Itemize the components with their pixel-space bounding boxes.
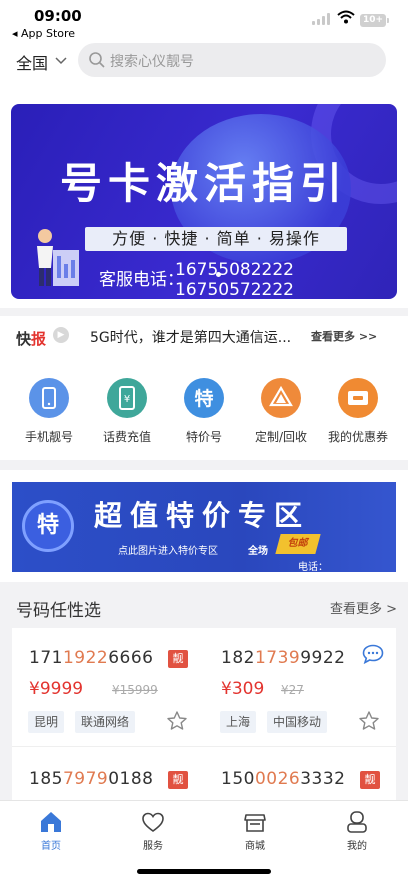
favorite-star-icon[interactable]: [358, 710, 380, 732]
phone-number: 18217399922: [221, 648, 346, 668]
play-arrow-icon: ▶: [53, 327, 69, 343]
premium-tag: 靓: [360, 771, 380, 789]
tab-label: 服务: [143, 841, 163, 852]
section-more-link[interactable]: 查看更多 >: [330, 598, 397, 617]
customer-service-phone-1: 16755082222: [175, 260, 294, 280]
recycle-icon: [261, 378, 301, 418]
promo-phone: 电话：17760756666: [298, 562, 328, 572]
store-icon: [244, 814, 266, 832]
customer-service-phone-2: 16750572222: [175, 280, 294, 299]
category-label: 我的优惠券: [327, 430, 388, 444]
banner-subtitle: 方便 · 快捷 · 简单 · 易操作: [85, 227, 347, 251]
number-card[interactable]: 18217399922 ¥309 ¥27 上海 中国移动: [204, 628, 396, 746]
carrier-tag: 中国移动: [267, 711, 328, 733]
search-placeholder: 搜索心仪靓号: [110, 54, 194, 70]
tab-home[interactable]: 首页: [21, 809, 81, 852]
promo-title: 超值特价专区: [94, 499, 311, 532]
tab-label: 我的: [347, 841, 367, 852]
premium-tag: 靓: [168, 771, 188, 789]
coupon-icon: [338, 378, 378, 418]
app-screen: 09:00 ◂ App Store 10+ 全国 搜索心仪靓号 号卡激活指引 方…: [0, 0, 408, 883]
banner-title: 号卡激活指引: [59, 159, 348, 208]
phone-number: 18579790188: [29, 769, 154, 789]
search-header: 全国 搜索心仪靓号: [0, 42, 408, 92]
wifi-icon: [337, 10, 355, 24]
category-label: 手机靓号: [24, 430, 73, 444]
number-card[interactable]: 15000263332 靓: [204, 746, 396, 800]
tab-mall[interactable]: 商城: [225, 809, 285, 852]
person-illustration-icon: [37, 229, 79, 286]
free-shipping-badge: 包邮: [275, 534, 321, 554]
number-section-header: 号码任性选 查看更多 >: [0, 582, 408, 628]
city-tag: 上海: [220, 711, 257, 733]
svg-text:¥: ¥: [124, 394, 130, 405]
category-special[interactable]: 特 特价号: [164, 378, 244, 445]
status-time: 09:00: [34, 7, 82, 25]
phone-number: 15000263332: [221, 769, 346, 789]
user-icon: [347, 811, 367, 833]
carrier-tag: 联通网络: [75, 711, 136, 733]
customer-service-label: 客服电话：: [99, 270, 184, 290]
category-recharge[interactable]: ¥ 话费充值: [87, 378, 167, 445]
original-price: ¥15999: [112, 683, 158, 697]
category-label: 定制/回收: [254, 430, 308, 444]
chat-bubble-icon[interactable]: [362, 644, 384, 664]
carousel-indicator: [216, 272, 221, 277]
news-headline[interactable]: 5G时代，谁才是第四大通信运...: [90, 327, 291, 347]
tab-label: 商城: [245, 841, 265, 852]
category-custom-recycle[interactable]: 定制/回收: [241, 378, 321, 445]
news-brand: 快报: [16, 330, 47, 348]
home-indicator: [137, 869, 271, 874]
premium-tag: 靓: [168, 650, 188, 668]
original-price: ¥27: [281, 683, 304, 697]
news-more-link[interactable]: 查看更多 >>: [311, 328, 377, 344]
category-label: 话费充值: [102, 430, 151, 444]
category-grid: 手机靓号 ¥ 话费充值 特 特价号 定制/回收 我的优惠券: [0, 362, 408, 460]
city-tag: 昆明: [28, 711, 65, 733]
city-selector[interactable]: 全国: [16, 50, 48, 74]
tab-label: 首页: [41, 841, 61, 852]
back-to-app-store-link[interactable]: ◂ App Store: [12, 27, 75, 40]
category-label: 特价号: [185, 430, 222, 444]
search-input[interactable]: 搜索心仪靓号: [78, 43, 386, 77]
category-phone-number[interactable]: 手机靓号: [9, 378, 89, 445]
promo-all-label: 全场: [248, 546, 268, 557]
svg-text:特: 特: [194, 388, 213, 410]
bill-icon: ¥: [107, 378, 147, 418]
chevron-down-icon[interactable]: [54, 54, 68, 68]
section-title: 号码任性选: [16, 601, 101, 621]
heart-icon: [142, 812, 164, 832]
banner-section: 号卡激活指引 方便 · 快捷 · 简单 · 易操作 客服电话： 16755082…: [0, 92, 408, 308]
signal-icon: [312, 13, 330, 25]
number-card[interactable]: 17119226666 靓 ¥9999 ¥15999 昆明 联通网络: [12, 628, 204, 746]
special-icon: 特: [184, 378, 224, 418]
tab-service[interactable]: 服务: [123, 809, 183, 852]
price: ¥309: [221, 679, 265, 699]
number-card[interactable]: 18579790188 靓: [12, 746, 204, 800]
battery-icon: 10+: [360, 14, 389, 27]
special-offer-banner[interactable]: 特 超值特价专区 点此图片进入特价专区 全场 包邮 电话：17760756666: [12, 482, 396, 572]
tab-mine[interactable]: 我的: [327, 809, 387, 852]
activation-guide-banner[interactable]: 号卡激活指引 方便 · 快捷 · 简单 · 易操作 客服电话： 16755082…: [11, 104, 397, 299]
category-my-coupons[interactable]: 我的优惠券: [318, 378, 398, 445]
promo-section: 特 超值特价专区 点此图片进入特价专区 全场 包邮 电话：17760756666: [0, 470, 408, 582]
news-ticker: 快报 ▶ 5G时代，谁才是第四大通信运... 查看更多 >>: [0, 316, 408, 362]
promo-hint: 点此图片进入特价专区: [118, 546, 218, 557]
favorite-star-icon[interactable]: [166, 710, 188, 732]
phone-number: 17119226666: [29, 648, 154, 668]
phone-icon: [29, 378, 69, 418]
home-icon: [41, 812, 61, 832]
status-bar: 09:00 ◂ App Store 10+: [0, 0, 408, 42]
price: ¥9999: [29, 679, 84, 699]
promo-badge: 特: [22, 500, 74, 552]
search-icon: [89, 52, 105, 68]
